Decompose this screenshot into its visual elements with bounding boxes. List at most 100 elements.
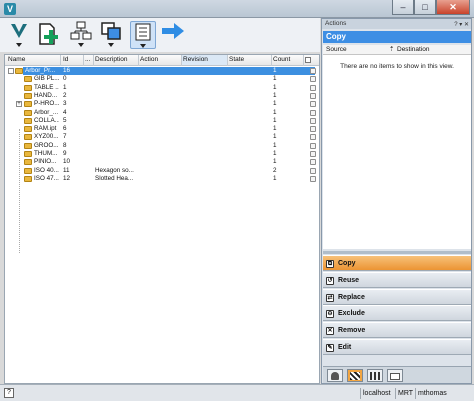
- chevron-down-icon: [78, 43, 84, 47]
- row-checkbox[interactable]: [310, 117, 316, 124]
- folder-icon: [24, 101, 32, 108]
- cell-name: XYZ00...: [34, 133, 59, 141]
- folder-icon: [24, 126, 32, 133]
- actions-panel-header: Actions ? ▾ ✕: [322, 19, 471, 29]
- bom-grid: Name Id ... Description Action Revision …: [4, 54, 320, 384]
- copy-action-button[interactable]: ⧉ Copy: [323, 255, 471, 271]
- row-checkbox[interactable]: [310, 84, 316, 91]
- folder-icon: [24, 167, 32, 174]
- maximize-button[interactable]: □: [414, 0, 436, 15]
- panel-controls[interactable]: ? ▾ ✕: [454, 20, 469, 30]
- row-checkbox[interactable]: [310, 167, 316, 174]
- cell-count: 1: [273, 108, 277, 116]
- col-destination[interactable]: Destination: [397, 45, 430, 55]
- panel-splitter[interactable]: [323, 251, 471, 254]
- status-user: mthomas: [415, 388, 449, 399]
- cell-id: 4: [63, 108, 67, 116]
- row-checkbox[interactable]: [310, 175, 316, 182]
- copy-squares-icon: [101, 22, 121, 40]
- cell-id: 6: [63, 125, 67, 133]
- table-row[interactable]: THUM... 9 1: [5, 150, 319, 158]
- close-button[interactable]: ✕: [436, 0, 470, 15]
- col-action[interactable]: Action: [140, 56, 158, 63]
- exclude-action-button[interactable]: ⊖ Exclude: [323, 305, 471, 322]
- action-label: Replace: [338, 293, 365, 301]
- tab-director[interactable]: [327, 369, 343, 382]
- cell-name: COLLA...: [34, 116, 59, 124]
- table-row[interactable]: COLLA... 5 1: [5, 117, 319, 125]
- table-row[interactable]: ISO 47... 12 Slotted Hea... 1: [5, 175, 319, 183]
- col-more[interactable]: ...: [85, 56, 90, 63]
- cell-count: 1: [273, 116, 277, 124]
- column-chooser-icon[interactable]: [305, 57, 311, 63]
- table-row[interactable]: XYZ00... 7 1: [5, 133, 319, 141]
- folder-icon: [24, 117, 32, 124]
- go-button[interactable]: [160, 21, 186, 49]
- action-label: Edit: [338, 344, 352, 351]
- folder-icon: [24, 175, 32, 182]
- folder-icon: [24, 109, 32, 116]
- col-id[interactable]: Id: [63, 56, 68, 63]
- actions-panel-title: Actions: [325, 20, 347, 27]
- cell-name: THUM...: [34, 150, 58, 157]
- col-revision[interactable]: Revision: [182, 55, 227, 65]
- row-checkbox[interactable]: [310, 68, 316, 74]
- tab-grid[interactable]: [367, 369, 383, 382]
- reuse-action-button[interactable]: ↺ Reuse: [323, 271, 471, 288]
- folder-icon: [24, 76, 32, 83]
- vault-menu-button[interactable]: [6, 21, 32, 49]
- table-row[interactable]: PINIO... 10 1: [5, 158, 319, 166]
- cell-id: 12: [63, 174, 71, 182]
- row-checkbox[interactable]: [310, 92, 316, 99]
- table-row[interactable]: Arbor_... 4 1: [5, 109, 319, 117]
- row-checkbox[interactable]: [310, 134, 316, 141]
- remove-action-button[interactable]: ✕ Remove: [323, 322, 471, 339]
- col-state[interactable]: State: [229, 56, 244, 63]
- folder-icon: [24, 92, 32, 99]
- cell-id: 8: [63, 141, 67, 149]
- row-checkbox[interactable]: [310, 109, 316, 116]
- expand-toggle[interactable]: +: [16, 101, 22, 108]
- tab-clapper[interactable]: [347, 369, 363, 382]
- table-row[interactable]: + P-HRO... 3 1: [5, 100, 319, 108]
- table-row[interactable]: GROO... 8 1: [5, 142, 319, 150]
- cell-count: 1: [273, 150, 277, 157]
- actions-heading: Copy: [323, 31, 471, 43]
- col-name[interactable]: Name: [8, 56, 25, 63]
- list-view-button[interactable]: [130, 21, 156, 49]
- minimize-button[interactable]: –: [392, 0, 414, 15]
- actions-columns: Source ⇡ Destination: [323, 45, 471, 55]
- folder-icon: [390, 373, 400, 380]
- row-checkbox[interactable]: [310, 142, 316, 149]
- cell-count: 1: [273, 158, 277, 166]
- help-icon[interactable]: ?: [4, 388, 14, 398]
- collapse-toggle[interactable]: −: [8, 68, 14, 74]
- table-row[interactable]: TABLE ... 1 1: [5, 84, 319, 92]
- grid-header: Name Id ... Description Action Revision …: [5, 55, 319, 66]
- table-row[interactable]: ISO 40... 11 Hexagon so... 2: [5, 167, 319, 175]
- cell-count: 1: [273, 133, 277, 141]
- tree-view-button[interactable]: [68, 21, 94, 49]
- row-checkbox[interactable]: [310, 151, 316, 157]
- replace-action-button[interactable]: ⇄ Replace: [323, 288, 471, 305]
- table-row[interactable]: HAND... 2 1: [5, 92, 319, 100]
- row-checkbox[interactable]: [310, 159, 316, 166]
- col-source[interactable]: Source: [326, 45, 347, 55]
- row-checkbox[interactable]: [310, 101, 316, 108]
- new-button[interactable]: [36, 21, 62, 49]
- film-clapper-icon: [350, 372, 360, 380]
- cell-description: Slotted Hea...: [95, 174, 134, 182]
- tab-folder[interactable]: [387, 369, 403, 382]
- col-description[interactable]: Description: [95, 56, 128, 63]
- table-row[interactable]: GIB PL... 0 1: [5, 75, 319, 83]
- row-checkbox[interactable]: [310, 126, 316, 133]
- table-row[interactable]: RAM.ipt 6 1: [5, 125, 319, 133]
- right-arrow-icon: [162, 23, 184, 39]
- col-count[interactable]: Count: [273, 56, 290, 63]
- edit-action-button[interactable]: ✎ Edit: [323, 339, 471, 355]
- table-row[interactable]: − Arbor_Pr... 16 1: [5, 67, 319, 76]
- row-checkbox[interactable]: [310, 76, 316, 83]
- cell-name: Arbor_...: [34, 108, 59, 116]
- copy-layout-button[interactable]: [98, 21, 124, 49]
- chevron-down-icon: [108, 43, 114, 47]
